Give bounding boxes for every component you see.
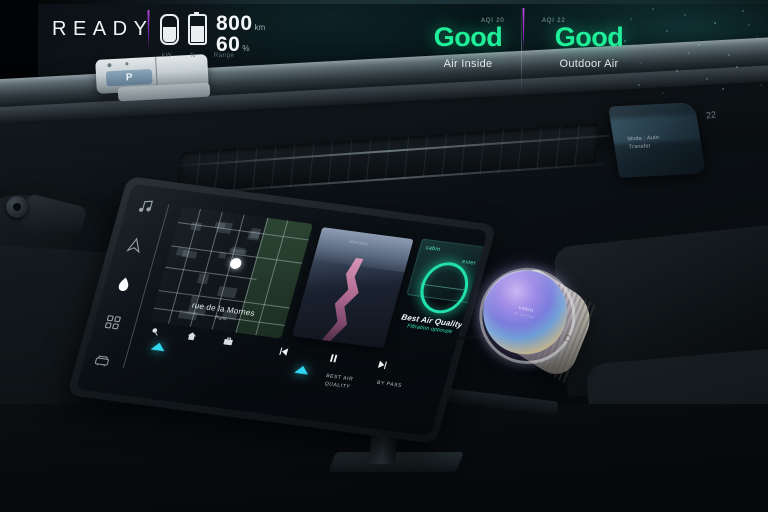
air-inside-label: Air Inside — [413, 58, 523, 70]
charge-capsule-icon — [160, 14, 179, 45]
air-outdoor-widget: AQI 22 Good Outdoor Air — [530, 18, 648, 70]
playback-controls[interactable] — [274, 345, 390, 377]
album-sky — [313, 227, 413, 272]
ready-status-label: READY — [52, 18, 153, 41]
exterior-label: exter — [461, 259, 476, 267]
steering-control-knob[interactable] — [6, 196, 28, 218]
side-mirror-display[interactable]: Mode : Auto Transfer — [608, 102, 706, 178]
range-unit: km — [255, 24, 266, 32]
screen-stand-base — [328, 452, 464, 472]
air-quality-buttons[interactable]: BEST AIR QUALITY BY PASS — [323, 373, 446, 403]
battery-sub-label-3: Range — [214, 53, 235, 59]
map-tab-indicator — [150, 342, 166, 352]
bypass-label: BY PASS — [376, 380, 403, 391]
air-outdoor-aqi-tag: AQI 22 — [542, 18, 565, 24]
pause-button[interactable] — [324, 351, 342, 370]
home-icon[interactable] — [183, 328, 199, 347]
air-inside-aqi-tag: AQI 20 — [481, 18, 504, 24]
side-display-line2: Transfer — [628, 142, 661, 152]
next-track-button[interactable] — [373, 358, 391, 377]
air-inside-rating: Good — [413, 24, 523, 51]
range-value: 800 — [216, 14, 253, 35]
air-leaf-icon[interactable] — [111, 275, 144, 304]
search-icon[interactable] — [147, 323, 163, 342]
navigation-arrow-icon[interactable] — [122, 236, 155, 265]
media-music-icon[interactable] — [133, 197, 166, 226]
player-tab-indicator — [294, 365, 310, 375]
side-display-corner-value: 22 — [705, 109, 716, 120]
battery-sub-label-2: % — [190, 53, 196, 59]
album-river — [312, 255, 381, 345]
side-display-text: Mode : Auto Transfer — [627, 134, 661, 152]
battery-readout-group: 800 km 60 % — [160, 14, 265, 55]
best-air-quality-button[interactable]: BEST AIR QUALITY — [323, 373, 354, 391]
battery-icon — [188, 14, 207, 45]
apps-grid-icon[interactable] — [100, 313, 133, 342]
car-interior-scene: READY 800 km 60 % kW % Range AQI 20 Good… — [0, 0, 768, 512]
battery-sub-label-1: kW — [162, 53, 172, 59]
battery-sub-labels: kW % Range — [162, 53, 235, 59]
stalk-button-2[interactable] — [125, 62, 128, 65]
air-outdoor-rating: Good — [530, 24, 648, 51]
stalk-button-1[interactable] — [107, 63, 111, 67]
bypass-button[interactable]: BY PASS — [374, 380, 403, 398]
vehicle-icon[interactable] — [89, 352, 122, 381]
charge-unit: % — [242, 45, 249, 53]
cabin-label: cabin — [425, 245, 441, 253]
air-inside-widget: AQI 20 Good Air Inside — [413, 18, 523, 70]
battery-values: 800 km 60 % — [216, 14, 265, 55]
air-outdoor-label: Outdoor Air — [530, 58, 648, 70]
park-indicator: P — [106, 69, 153, 86]
work-icon[interactable] — [220, 333, 236, 352]
